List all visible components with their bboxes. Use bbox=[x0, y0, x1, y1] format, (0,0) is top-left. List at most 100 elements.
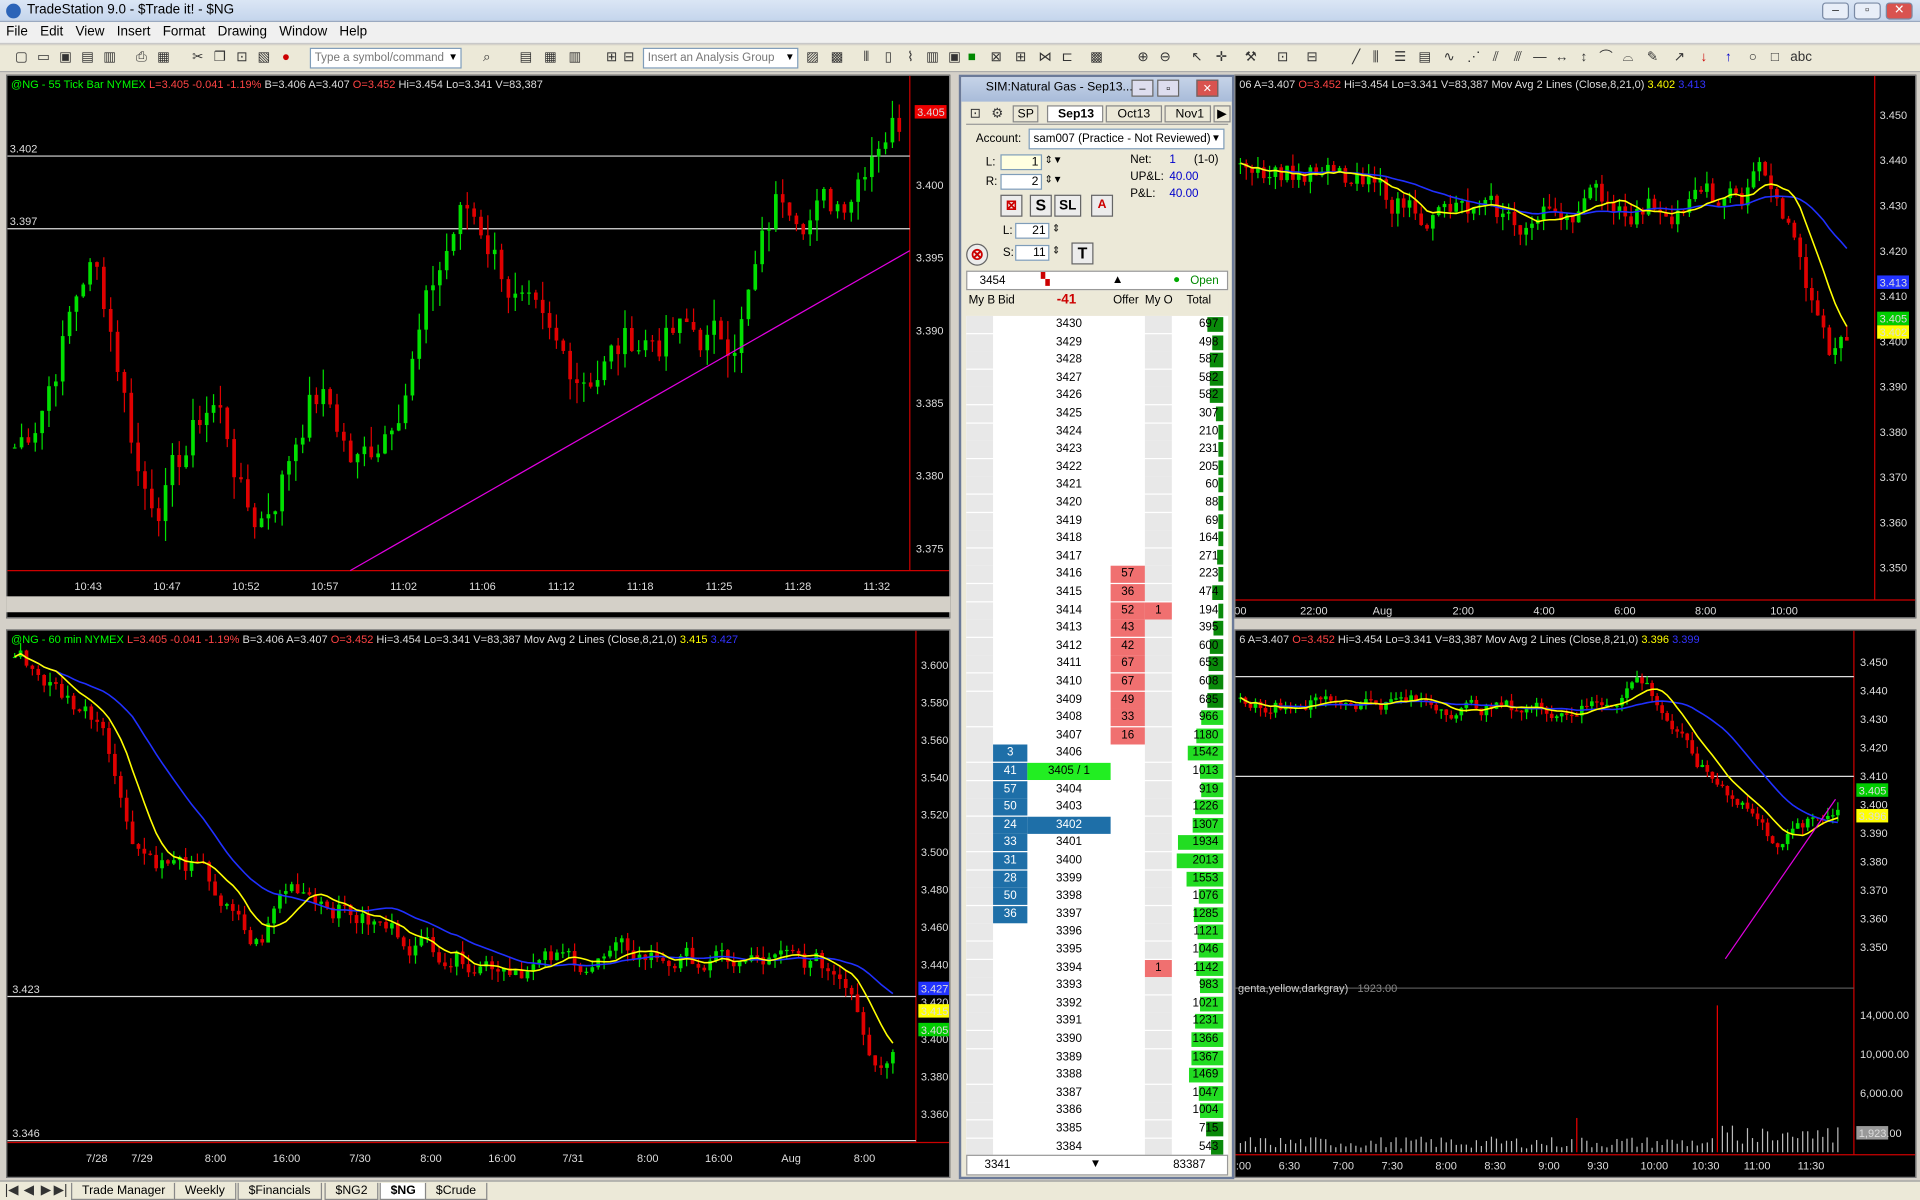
print-preview-icon[interactable]: ▦ bbox=[154, 49, 172, 67]
ladder-row[interactable]: 3415 36 474 bbox=[966, 584, 1228, 602]
ladder-bid[interactable] bbox=[993, 459, 1027, 476]
ladder-my-offer[interactable] bbox=[1144, 476, 1172, 494]
ladder-price[interactable]: 3423 bbox=[1027, 441, 1110, 458]
ladder-my-bid[interactable] bbox=[966, 369, 994, 387]
ladder-row[interactable]: 3 3406 1542 bbox=[966, 744, 1228, 763]
ladder-my-offer[interactable] bbox=[1144, 369, 1172, 387]
ladder-my-bid[interactable] bbox=[966, 458, 994, 477]
ladder-price[interactable]: 3428 bbox=[1027, 352, 1110, 369]
ladder-my-offer[interactable] bbox=[1144, 727, 1172, 745]
speed-lines-icon[interactable]: ⫽ bbox=[1487, 49, 1505, 67]
bar-spacing-icon[interactable]: ⋈ bbox=[1036, 49, 1054, 67]
ladder-row[interactable]: 3430 697 bbox=[966, 315, 1228, 334]
ladder-price[interactable]: 3405 / 1 bbox=[1027, 762, 1111, 781]
ladder-my-offer[interactable] bbox=[1144, 387, 1172, 405]
tick-chart-scrollbar[interactable] bbox=[6, 596, 951, 613]
price-ladder[interactable]: 3430 697 3429 498 3428 587 3427 582 3426 582 3425 3… bbox=[966, 315, 1229, 1176]
ladder-my-offer[interactable] bbox=[1144, 870, 1172, 888]
ladder-offer[interactable] bbox=[1111, 1013, 1145, 1030]
ladder-my-offer[interactable] bbox=[1144, 905, 1172, 924]
ladder-my-offer[interactable] bbox=[1144, 548, 1172, 566]
crosshair-icon[interactable]: ✛ bbox=[1212, 49, 1230, 67]
ladder-my-offer[interactable] bbox=[1144, 852, 1172, 870]
ladder-my-offer[interactable] bbox=[1144, 673, 1172, 691]
tick-chart[interactable]: 3.400 3.395 3.390 3.385 3.380 3.375 3.402 3.397… bbox=[6, 74, 951, 619]
text-icon[interactable]: abc bbox=[1790, 49, 1812, 67]
ladder-offer[interactable]: 67 bbox=[1110, 655, 1145, 673]
ladder-total[interactable]: 1231 bbox=[1172, 1013, 1226, 1030]
ladder-my-offer[interactable] bbox=[1144, 351, 1172, 369]
ladder-my-bid[interactable] bbox=[966, 780, 994, 798]
ladder-offer[interactable] bbox=[1111, 1085, 1145, 1102]
ladder-total[interactable]: 653 bbox=[1172, 656, 1226, 673]
ladder-my-offer[interactable] bbox=[1144, 566, 1172, 584]
ladder-price[interactable]: 3419 bbox=[1027, 513, 1110, 530]
ladder-offer[interactable] bbox=[1111, 960, 1145, 977]
ladder-bid[interactable] bbox=[993, 423, 1027, 440]
ladder-my-bid[interactable] bbox=[966, 798, 994, 816]
insert-strategy-icon[interactable]: ⊟ bbox=[620, 49, 638, 67]
tab-ng2[interactable]: $NG2 bbox=[324, 1182, 379, 1200]
ladder-row[interactable]: 3422 205 bbox=[966, 458, 1228, 477]
ladder-my-offer[interactable] bbox=[1144, 494, 1172, 512]
ladder-my-offer[interactable] bbox=[1144, 798, 1172, 816]
ladder-my-offer[interactable] bbox=[1144, 691, 1172, 709]
ladder-my-offer[interactable] bbox=[1144, 637, 1172, 655]
ladder-my-bid[interactable] bbox=[966, 1048, 994, 1067]
ladder-total[interactable]: 1047 bbox=[1172, 1085, 1226, 1102]
ladder-bid[interactable] bbox=[993, 602, 1027, 619]
ladder-bid[interactable] bbox=[993, 334, 1027, 351]
matrix-settings-icon[interactable]: ⚙ bbox=[988, 105, 1006, 123]
ladder-price[interactable]: 3403 bbox=[1027, 799, 1110, 816]
ladder-my-offer[interactable] bbox=[1144, 762, 1172, 781]
matrix-link-icon[interactable]: ⊡ bbox=[966, 105, 984, 123]
ladder-row[interactable]: 33 3401 1934 bbox=[966, 834, 1228, 852]
ladder-row[interactable]: 3425 307 bbox=[966, 405, 1228, 423]
ladder-bid[interactable] bbox=[993, 513, 1027, 530]
arrow-icon[interactable]: ↗ bbox=[1670, 49, 1688, 67]
ladder-price[interactable]: 3393 bbox=[1027, 977, 1110, 994]
vertical-line-icon[interactable]: ↕ bbox=[1575, 49, 1593, 67]
ladder-my-offer[interactable] bbox=[1144, 1013, 1172, 1031]
horizontal-line-icon[interactable]: — bbox=[1531, 49, 1549, 67]
ladder-total[interactable]: 966 bbox=[1172, 709, 1226, 726]
ladder-my-bid[interactable] bbox=[966, 601, 994, 620]
ladder-my-bid[interactable] bbox=[966, 852, 994, 870]
minimize-button[interactable]: – bbox=[1822, 2, 1849, 20]
ladder-my-offer[interactable] bbox=[1144, 315, 1172, 334]
ladder-offer[interactable] bbox=[1111, 1031, 1145, 1048]
ladder-total[interactable]: 1004 bbox=[1172, 1103, 1226, 1120]
ladder-my-offer[interactable] bbox=[1144, 709, 1172, 727]
snap-icon[interactable]: ⊡ bbox=[1273, 49, 1291, 67]
ladder-total[interactable]: 983 bbox=[1172, 977, 1226, 994]
ladder-row[interactable]: 3419 69 bbox=[966, 512, 1228, 531]
ladder-total[interactable]: 1934 bbox=[1172, 834, 1226, 851]
ladder-price[interactable]: 3390 bbox=[1027, 1031, 1110, 1048]
ladder-my-bid[interactable] bbox=[966, 959, 994, 977]
ladder-row[interactable]: 3384 543 bbox=[966, 1138, 1228, 1156]
tab-ng[interactable]: $NG bbox=[379, 1182, 427, 1200]
ladder-my-offer[interactable] bbox=[1144, 1084, 1172, 1102]
menu-edit[interactable]: Edit bbox=[34, 23, 69, 40]
ladder-row[interactable]: 3396 1121 bbox=[966, 923, 1228, 942]
ladder-row[interactable]: 3429 498 bbox=[966, 333, 1228, 352]
ladder-my-bid[interactable] bbox=[966, 1102, 994, 1120]
ladder-row[interactable]: 41 3405 / 1 1013 bbox=[966, 762, 1228, 781]
ladder-offer[interactable]: 52 bbox=[1110, 601, 1145, 620]
ladder-offer[interactable] bbox=[1111, 1049, 1145, 1066]
ladder-my-bid[interactable] bbox=[966, 834, 994, 852]
ladder-total[interactable]: 1285 bbox=[1172, 906, 1226, 923]
ladder-price[interactable]: 3430 bbox=[1027, 316, 1110, 333]
ladder-total[interactable]: 715 bbox=[1172, 1120, 1226, 1137]
ladder-row[interactable]: 3410 67 608 bbox=[966, 673, 1228, 691]
ladder-price[interactable]: 3417 bbox=[1027, 548, 1110, 565]
ladder-my-offer[interactable] bbox=[1144, 923, 1172, 941]
ladder-bid[interactable] bbox=[993, 370, 1027, 387]
ladder-my-offer[interactable] bbox=[1144, 1031, 1172, 1049]
ladder-price[interactable]: 3404 bbox=[1027, 781, 1110, 798]
ladder-price[interactable]: 3400 bbox=[1027, 852, 1110, 869]
ladder-row[interactable]: 3421 60 bbox=[966, 476, 1228, 495]
ladder-row[interactable]: 3420 88 bbox=[966, 494, 1228, 513]
ladder-my-offer[interactable] bbox=[1144, 458, 1172, 477]
chart-trading-icon[interactable]: ⊞ bbox=[1011, 49, 1029, 67]
